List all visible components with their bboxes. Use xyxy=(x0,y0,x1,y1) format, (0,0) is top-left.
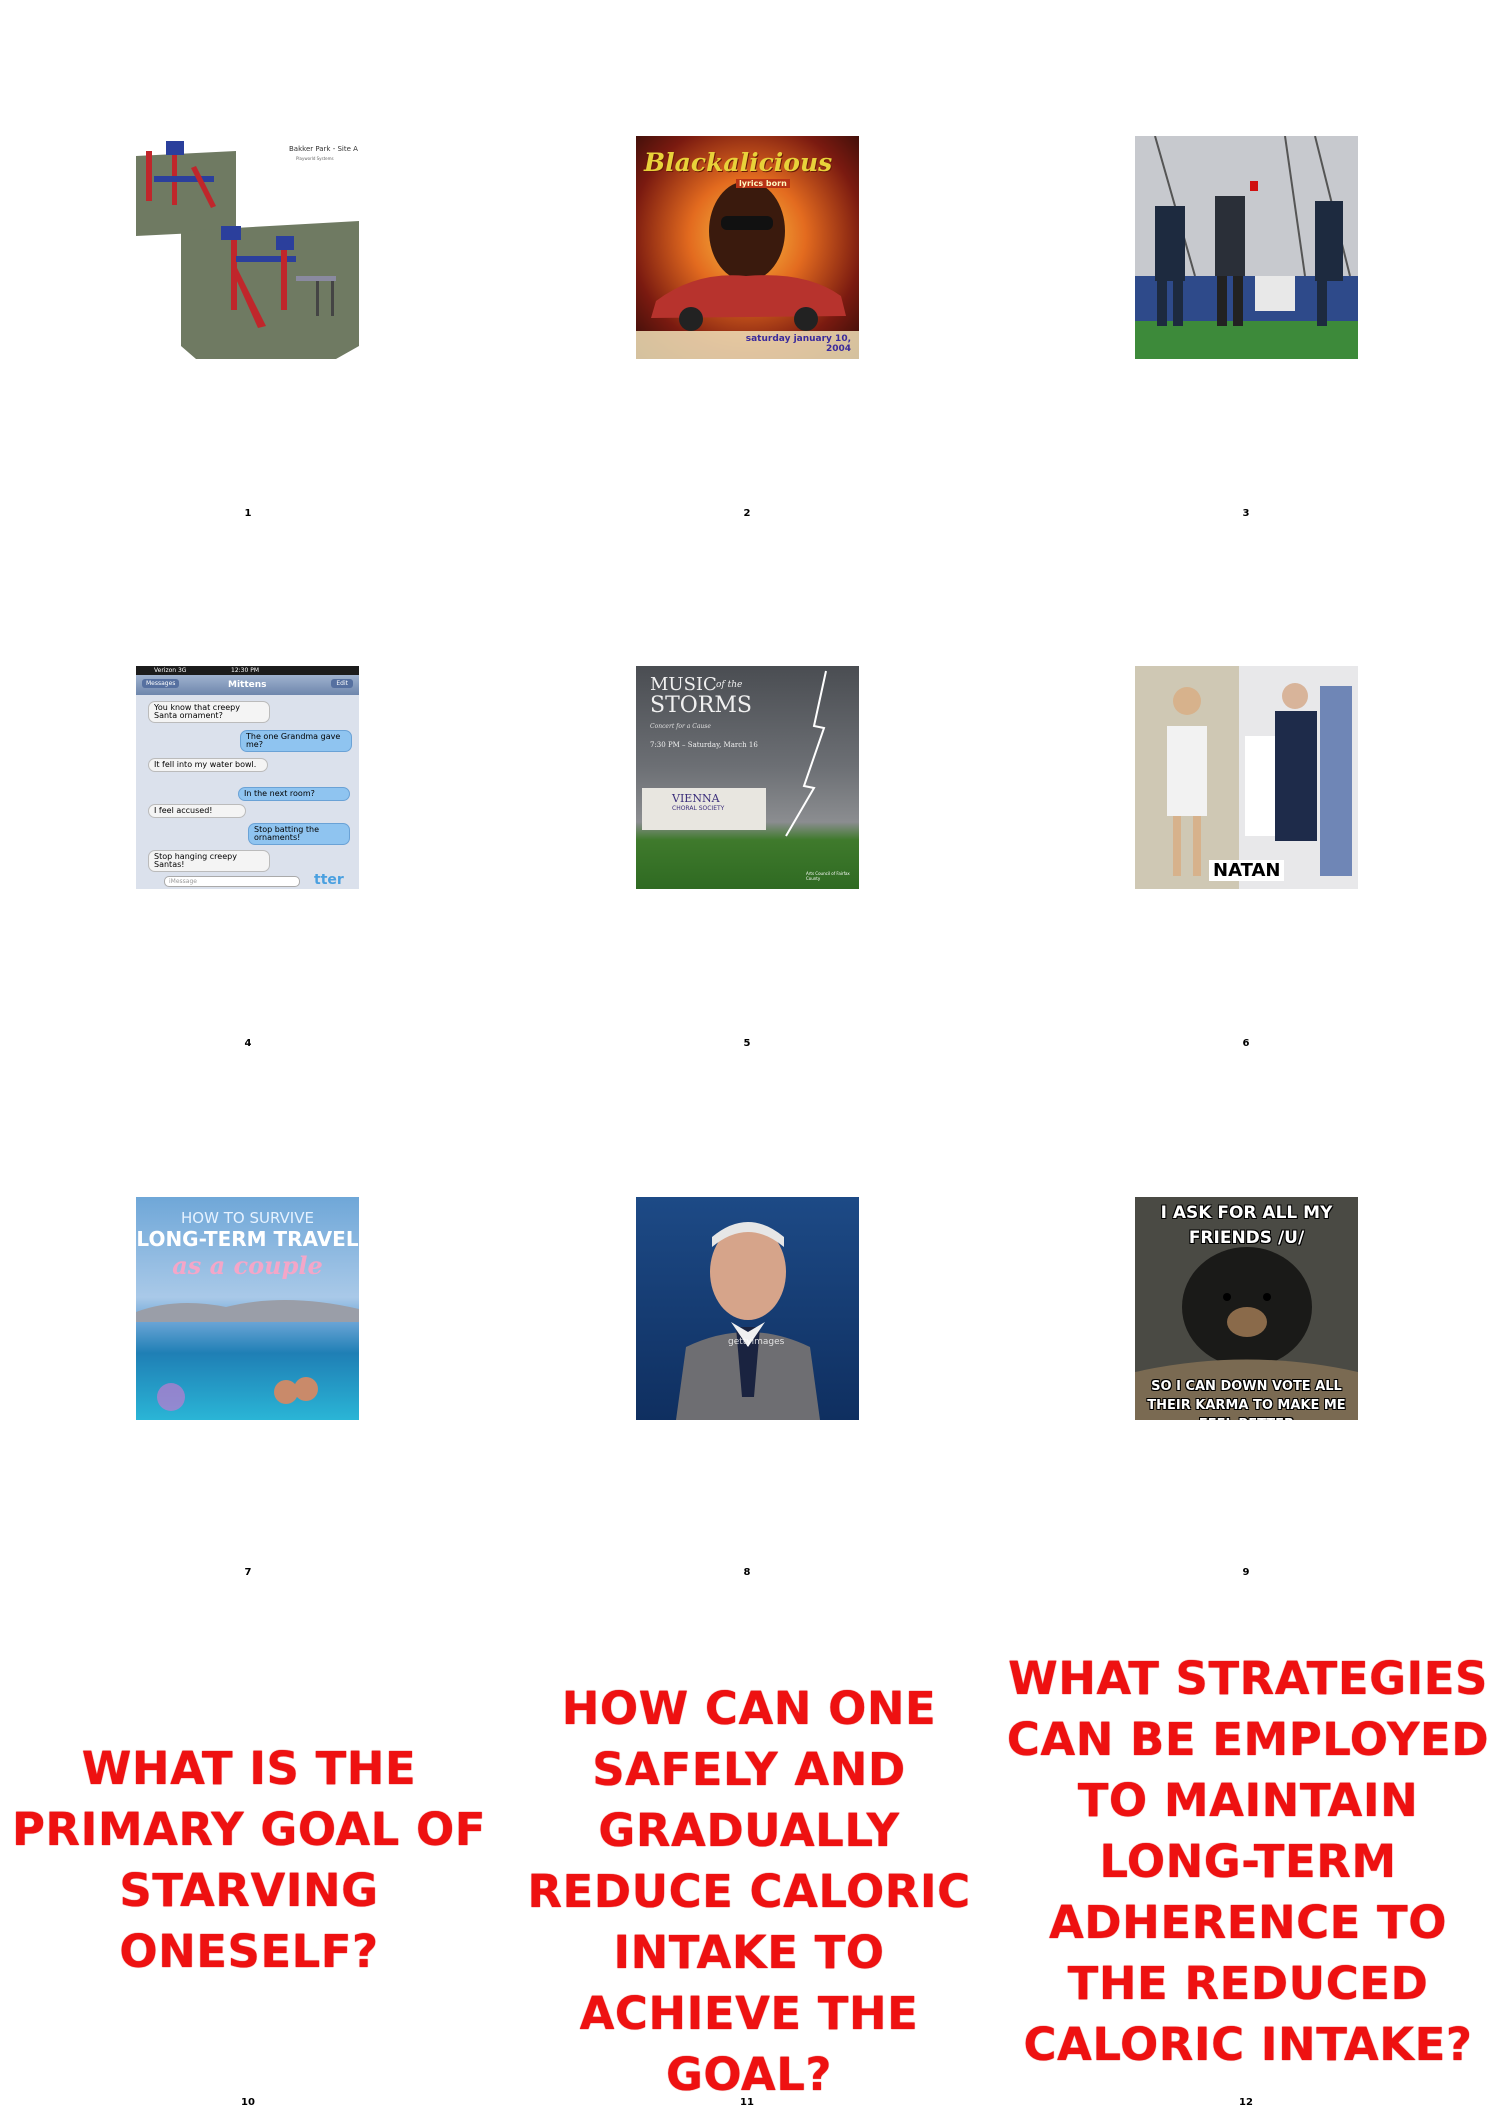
thumbnail-concert-poster: Blackalicious lyrics born saturday janua… xyxy=(636,136,859,359)
watermark-text: tter xyxy=(314,872,344,888)
message-bubble: It fell into my water bowl. xyxy=(148,758,268,772)
thumbnail-playground: Bakker Park - Site A Playworld Systems xyxy=(136,136,359,359)
org-name-2: CHORAL SOCIETY xyxy=(672,805,725,812)
panel-number: 12 xyxy=(1239,2097,1253,2108)
playground-image xyxy=(136,141,359,359)
poster-title: Blackalicious xyxy=(644,148,833,177)
message-bubble: Stop hanging creepy Santas! xyxy=(148,850,270,872)
panel-number: 8 xyxy=(743,1567,751,1578)
poster-subtitle: lyrics born xyxy=(736,179,790,188)
question-text: WHAT IS THE PRIMARY GOAL OF STARVING ONE… xyxy=(11,1742,487,1978)
panel-number: 4 xyxy=(244,1038,252,1049)
poster-date: 7:30 PM – Saturday, March 16 xyxy=(650,741,758,749)
message-bubble: In the next room? xyxy=(238,787,350,801)
poster-title-line: MUSIC xyxy=(650,674,717,695)
edit-button[interactable]: Edit xyxy=(331,679,353,688)
back-button[interactable]: Messages xyxy=(142,679,180,688)
contact-name: Mittens xyxy=(228,680,267,690)
panel-number: 3 xyxy=(1242,508,1250,519)
brand-label: NATAN xyxy=(1209,860,1285,881)
poster-title-small: of the xyxy=(716,680,743,690)
question-text: WHAT STRATEGIES CAN BE EMPLOYED TO MAINT… xyxy=(1006,1652,1490,2071)
thumbnail-text-messages: Verizon 3G 12:30 PM Messages Mittens Edi… xyxy=(136,666,359,889)
poster-date: saturday january 10, 2004 xyxy=(745,334,851,354)
question-text: HOW CAN ONE SAFELY AND GRADUALLY REDUCE … xyxy=(527,1682,971,2101)
sponsor-text: Arts Council of Fairfax County xyxy=(806,871,850,881)
panel-number: 10 xyxy=(241,2097,255,2108)
org-banner: VIENNA CHORAL SOCIETY xyxy=(642,788,766,830)
portrait-photo xyxy=(676,1222,820,1420)
message-bubble: The one Grandma gave me? xyxy=(240,730,352,752)
travel-line-1: HOW TO SURVIVE xyxy=(181,1209,314,1227)
message-bubble: I feel accused! xyxy=(148,804,246,818)
playground-subtitle: Playworld Systems xyxy=(296,156,334,161)
playground-title: Bakker Park - Site A xyxy=(289,145,358,153)
poster-subtitle: Concert for a Cause xyxy=(650,723,711,730)
travel-line-3: as a couple xyxy=(172,1251,323,1280)
poster-title-line: STORMS xyxy=(650,693,752,718)
football-photo xyxy=(1135,136,1358,359)
panel-number: 2 xyxy=(743,508,751,519)
carrier-label: Verizon 3G xyxy=(154,667,187,674)
photo-watermark: gettyimages xyxy=(728,1337,785,1347)
panel-number: 5 xyxy=(743,1038,751,1049)
org-name: VIENNA xyxy=(672,792,720,805)
message-bubble: Stop batting the ornaments! xyxy=(248,823,350,845)
thumbnail-football-photo xyxy=(1135,136,1358,359)
meme-bottom-text: SO I CAN DOWN VOTE ALL THEIR KARMA TO MA… xyxy=(1147,1379,1346,1420)
thumbnail-travel-poster: HOW TO SURVIVE LONG-TERM TRAVEL as a cou… xyxy=(136,1197,359,1420)
panel-number: 11 xyxy=(740,2097,754,2108)
time-label: 12:30 PM xyxy=(231,667,259,674)
panel-number: 1 xyxy=(244,508,252,519)
travel-line-2: LONG-TERM TRAVEL xyxy=(136,1227,359,1251)
thumbnail-fashion-photo: NATAN xyxy=(1135,666,1358,889)
meme-top-text: I ASK FOR ALL MY FRIENDS /U/ xyxy=(1160,1203,1333,1248)
message-bubble: You know that creepy Santa ornament? xyxy=(148,701,270,723)
panel-number: 7 xyxy=(244,1567,252,1578)
thumbnail-portrait-photo: gettyimages xyxy=(636,1197,859,1420)
thumbnail-meme: I ASK FOR ALL MY FRIENDS /U/ SO I CAN DO… xyxy=(1135,1197,1358,1420)
nav-bar: Messages Mittens Edit xyxy=(136,675,359,695)
fashion-photo xyxy=(1135,666,1358,889)
thumbnail-storm-poster: MUSIC of the STORMS Concert for a Cause … xyxy=(636,666,859,889)
status-bar: Verizon 3G 12:30 PM xyxy=(136,666,359,675)
panel-number: 9 xyxy=(1242,1567,1250,1578)
panel-number: 6 xyxy=(1242,1038,1250,1049)
message-input[interactable]: iMessage xyxy=(164,876,300,887)
